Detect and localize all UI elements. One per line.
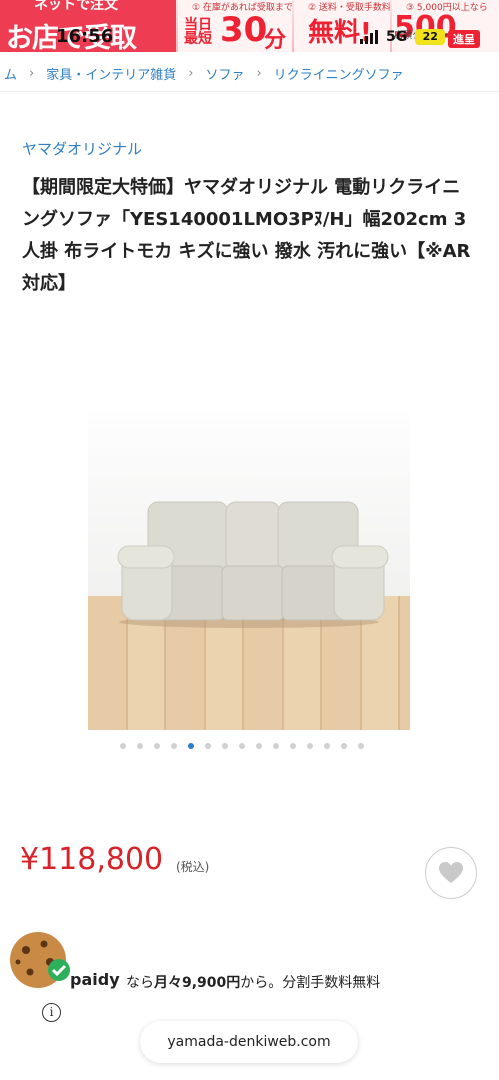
chevron-right-icon: › [29,66,35,81]
heart-icon [439,862,463,883]
carousel-dot[interactable] [222,743,228,749]
chevron-right-icon: › [256,66,262,81]
status-indicators: 5G 22 [360,28,446,46]
carousel-dot[interactable] [324,743,330,749]
signal-icon [360,30,378,44]
carousel-dot[interactable] [120,743,126,749]
status-time: 16:56 [56,26,114,47]
carousel-dot[interactable] [239,743,245,749]
chevron-right-icon: › [188,66,194,81]
product-title: 【期間限定大特価】ヤマダオリジナル 電動リクライニングソファ「YES140001… [22,177,471,294]
carousel-pagination[interactable] [120,743,364,749]
tax-note: (税込) [176,860,210,874]
banner-sameday-segment: ① 在庫があれば受取まで 当日最短 30 分 [178,0,292,52]
banner-sameday-label: 当日最短 [184,17,212,47]
network-type: 5G [386,29,408,45]
sofa-icon [117,501,389,628]
favorite-button[interactable] [425,847,477,899]
browser-url-bar[interactable]: yamada-denkiweb.com [140,1021,358,1063]
carousel-dot[interactable] [290,743,296,749]
carousel-dot[interactable] [307,743,313,749]
banner-minutes-number: 30 [220,10,268,50]
paidy-installment-text: なら月々9,900円から。分割手数料無料 [126,975,381,991]
banner-small-text: ネットで注文 [34,0,118,13]
cookie-consent-icon[interactable] [4,928,74,994]
breadcrumb-item-furniture[interactable]: 家具・インテリア雑貨 [46,64,176,83]
paidy-logo: paidy [70,970,120,989]
info-icon[interactable]: i [42,1003,61,1022]
carousel-dot[interactable] [358,743,364,749]
carousel-dot[interactable] [273,743,279,749]
carousel-dot[interactable] [188,743,194,749]
breadcrumb-item-home[interactable]: ム [4,64,17,83]
carousel-dot[interactable] [341,743,347,749]
breadcrumb-item-recliner[interactable]: リクライニングソファ [274,64,404,83]
carousel-dot[interactable] [256,743,262,749]
carousel-dot[interactable] [154,743,160,749]
breadcrumb: ム › 家具・インテリア雑貨 › ソファ › リクライニングソファ [0,56,499,92]
carousel-dot[interactable] [137,743,143,749]
brand-link[interactable]: ヤマダオリジナル [22,138,142,159]
product-price: ¥118,800 [20,842,164,877]
breadcrumb-item-sofa[interactable]: ソファ [205,64,244,83]
banner-coupon-pill: 進呈 [448,30,480,48]
carousel-dot[interactable] [205,743,211,749]
banner-minutes-unit: 分 [264,28,287,52]
carousel-dot[interactable] [171,743,177,749]
product-image[interactable] [88,410,410,730]
battery-icon: 22 [415,29,446,45]
